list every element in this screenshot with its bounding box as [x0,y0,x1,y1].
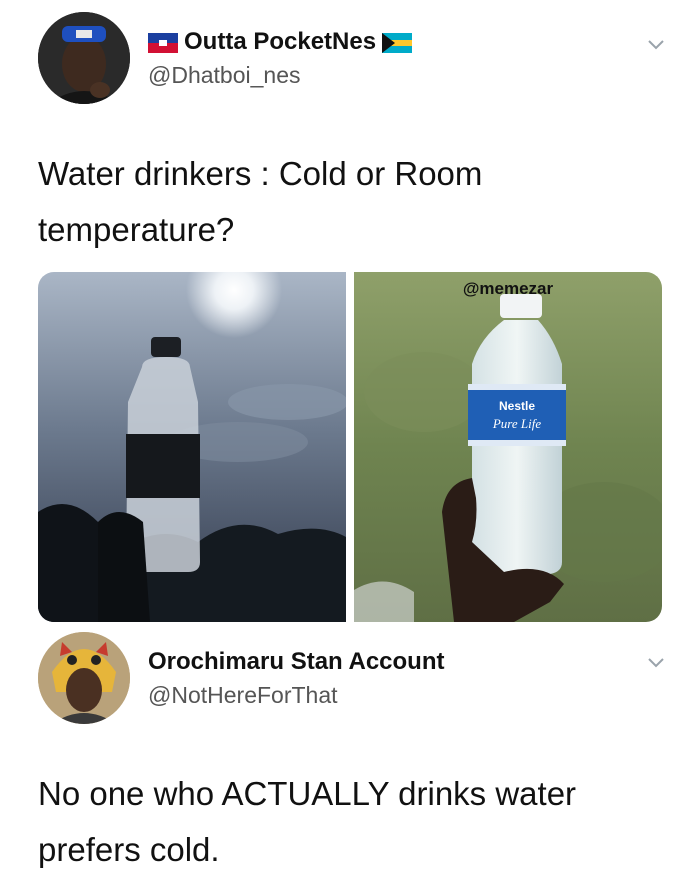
display-name: Orochimaru Stan Account [148,648,445,675]
user-handle[interactable]: @NotHereForThat [148,682,338,709]
media-image-room-temp-bottle[interactable]: Nestle Pure Life @memezar [354,272,662,622]
bottle-product-text: Pure Life [492,416,541,431]
tweet-text: No one who ACTUALLY drinks water prefers… [38,766,658,878]
media-image-cold-bottle[interactable] [38,272,346,622]
avatar[interactable] [38,632,130,724]
media-watermark: @memezar [463,279,554,298]
tweet-text-line: prefers cold. [38,831,220,868]
haiti-flag-icon [148,32,178,53]
display-name-row[interactable]: Outta PocketNes [148,28,413,56]
avatar-photo [38,12,130,104]
display-name-row[interactable]: Orochimaru Stan Account [148,648,444,676]
media-grid[interactable]: Nestle Pure Life @memezar [38,272,662,622]
bahamas-flag-icon [382,32,413,53]
chevron-down-icon[interactable] [646,652,666,672]
user-handle[interactable]: @Dhatboi_nes [148,62,301,89]
tweet-text-line: temperature? [38,211,235,248]
avatar[interactable] [38,12,130,104]
bottle-brand-text: Nestle [499,399,535,413]
tweet-text: Water drinkers : Cold or Room temperatur… [38,146,658,258]
display-name: Outta PocketNes [184,28,377,55]
avatar-photo [38,632,130,724]
chevron-down-icon[interactable] [646,34,666,54]
tweet-text-line: Water drinkers : Cold or Room [38,155,483,192]
tweet-text-line: No one who ACTUALLY drinks water [38,775,577,812]
